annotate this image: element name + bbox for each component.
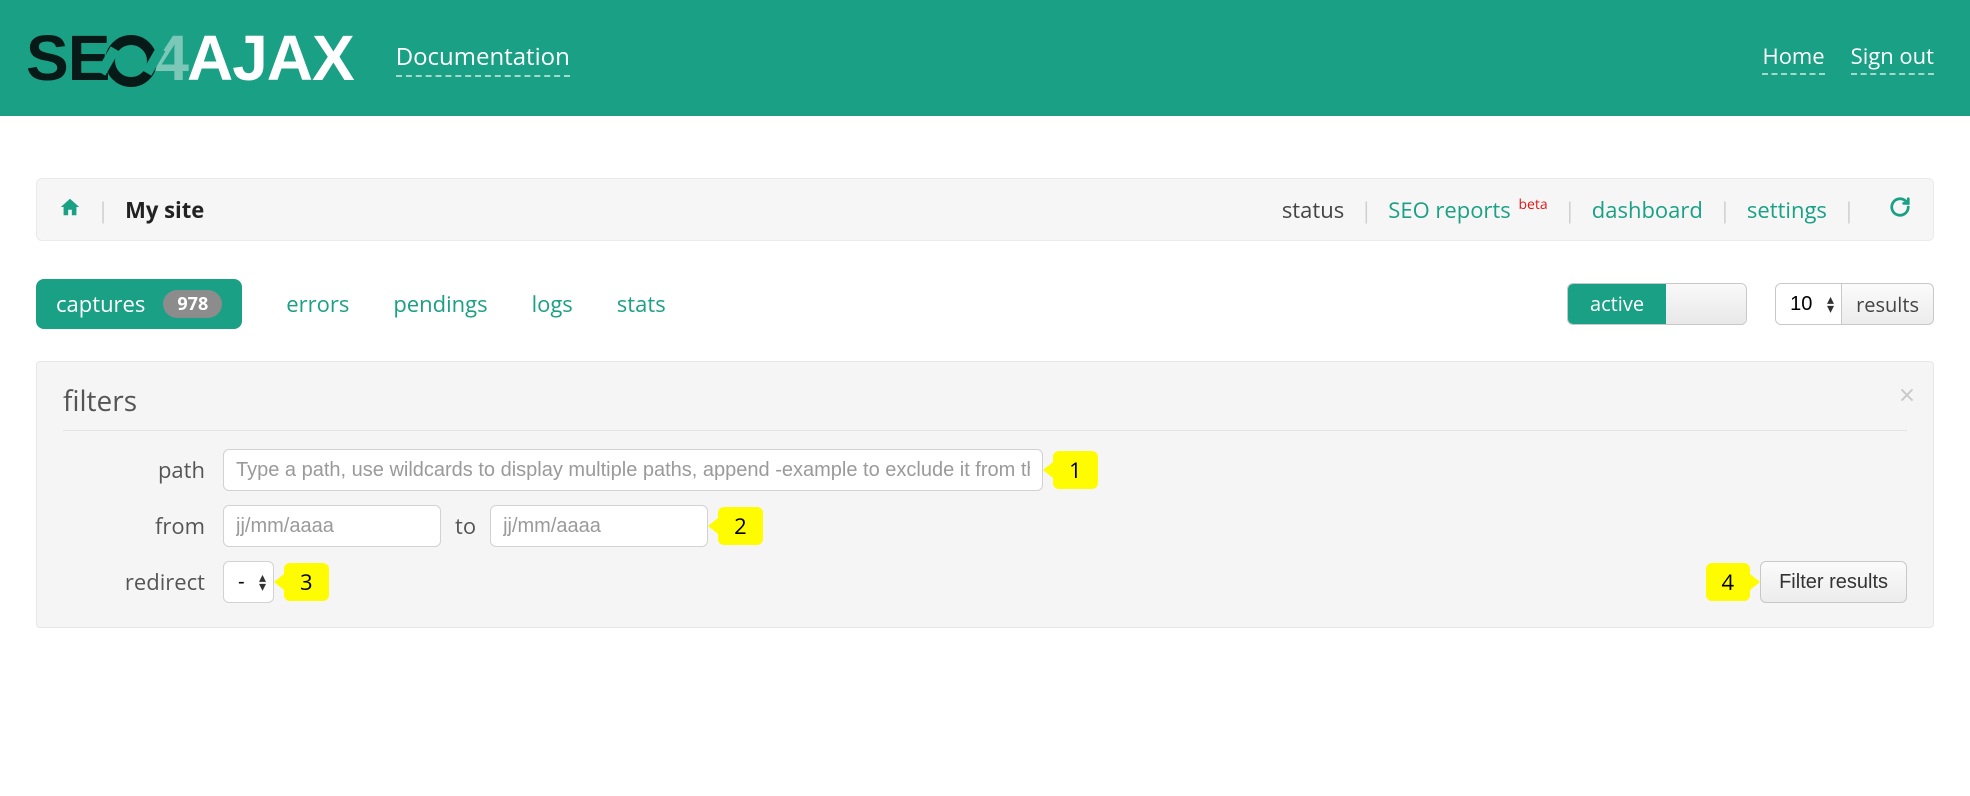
- toggle-off-area: [1666, 284, 1746, 324]
- to-date-input[interactable]: [490, 505, 708, 547]
- separator: |: [97, 195, 109, 225]
- path-input[interactable]: [223, 449, 1043, 491]
- site-name: My site: [125, 195, 204, 225]
- home-icon[interactable]: [59, 193, 81, 226]
- filter-row-path: path 1: [63, 449, 1907, 491]
- callout-3: 3: [284, 563, 329, 601]
- filter-row-redirect: redirect - ▴▾ 3 4 Filter results: [63, 561, 1907, 603]
- sitebar-settings[interactable]: settings: [1747, 195, 1827, 225]
- tab-errors[interactable]: errors: [286, 289, 349, 319]
- from-date-input[interactable]: [223, 505, 441, 547]
- toggle-active-label: active: [1568, 284, 1666, 324]
- callout-4: 4: [1706, 563, 1751, 601]
- filters-title: filters: [63, 382, 1907, 431]
- site-toolbar: | My site status | SEO reports beta | da…: [36, 178, 1934, 241]
- home-link[interactable]: Home: [1762, 41, 1824, 75]
- results-per-page: 10 ▴▾ results: [1775, 283, 1934, 325]
- tab-row: captures 978 errors pendings logs stats …: [0, 279, 1970, 329]
- tab-captures-label: captures: [56, 289, 145, 319]
- active-toggle[interactable]: active: [1567, 283, 1747, 325]
- logo[interactable]: SE4AJAX: [26, 26, 354, 90]
- sitebar-dashboard[interactable]: dashboard: [1592, 195, 1703, 225]
- logo-ajax-text: AJAX: [187, 26, 354, 90]
- redirect-select[interactable]: -: [223, 561, 274, 603]
- sitebar-status[interactable]: status: [1282, 195, 1344, 225]
- close-icon[interactable]: ×: [1899, 376, 1915, 414]
- captures-count-badge: 978: [163, 290, 222, 318]
- separator: |: [1564, 195, 1576, 225]
- beta-badge: beta: [1518, 195, 1547, 214]
- path-label: path: [63, 455, 223, 485]
- tab-stats[interactable]: stats: [617, 289, 666, 319]
- refresh-icon[interactable]: [1889, 195, 1911, 225]
- documentation-link[interactable]: Documentation: [396, 40, 570, 77]
- top-header: SE4AJAX Documentation Home Sign out: [0, 0, 1970, 116]
- separator: |: [1360, 195, 1372, 225]
- sitebar-seo-reports[interactable]: SEO reports beta: [1388, 195, 1547, 225]
- redirect-label: redirect: [63, 567, 223, 597]
- tab-logs[interactable]: logs: [532, 289, 573, 319]
- results-label: results: [1842, 283, 1934, 325]
- separator: |: [1843, 195, 1855, 225]
- filter-results-button[interactable]: Filter results: [1760, 561, 1907, 603]
- separator: |: [1719, 195, 1731, 225]
- callout-2: 2: [718, 507, 763, 545]
- logo-seo-text: SE: [26, 26, 109, 90]
- filters-panel: filters × path 1 from to 2 redirect - ▴▾…: [36, 361, 1934, 628]
- results-count-select[interactable]: 10: [1775, 283, 1842, 325]
- aperture-icon: [105, 35, 157, 87]
- to-label: to: [455, 511, 476, 541]
- filter-row-dates: from to 2: [63, 505, 1907, 547]
- tab-captures[interactable]: captures 978: [36, 279, 242, 329]
- callout-1: 1: [1053, 451, 1098, 489]
- seo-reports-label: SEO reports: [1388, 195, 1510, 225]
- signout-link[interactable]: Sign out: [1851, 41, 1934, 75]
- tab-pendings[interactable]: pendings: [393, 289, 487, 319]
- from-label: from: [63, 511, 223, 541]
